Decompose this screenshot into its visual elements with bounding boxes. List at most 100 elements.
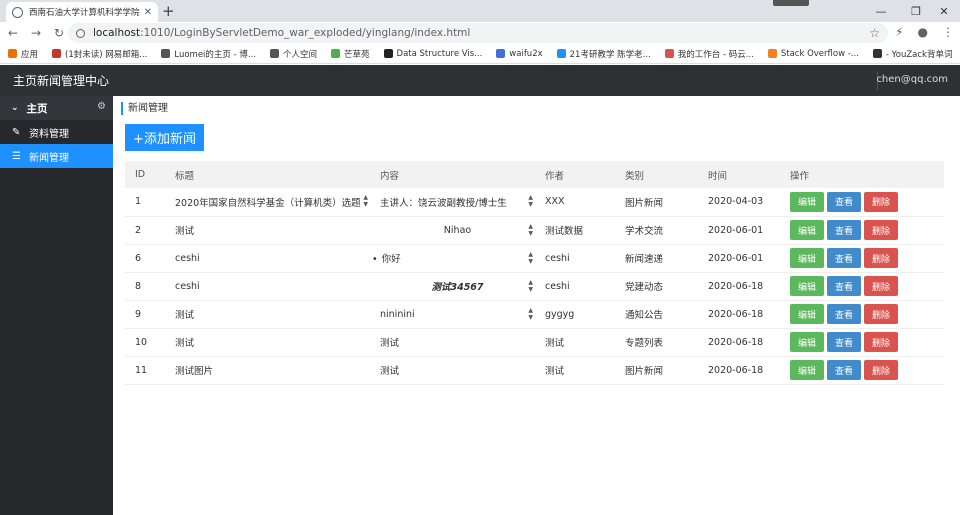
- cell-title: 测试: [165, 328, 370, 357]
- cell-title-text: ceshi: [175, 252, 200, 264]
- edit-button[interactable]: 编辑: [790, 276, 824, 296]
- cell-content: 测试34567 ▲ ▼: [370, 272, 535, 301]
- account-icon[interactable]: ●: [918, 25, 928, 39]
- sidebar-home-label: 主页: [26, 102, 48, 115]
- cell-title: 2020年国家自然科学基金（计算机类）选题 ▲ ▼: [165, 188, 370, 217]
- cell-category: 通知公告: [615, 300, 698, 329]
- bookmark-item[interactable]: (1封未读) 网易邮箱...: [52, 48, 147, 60]
- back-arrow-icon[interactable]: ←: [3, 26, 23, 40]
- forward-arrow-icon[interactable]: →: [26, 26, 46, 40]
- bookmark-item[interactable]: - YouZack背单词: [872, 48, 952, 60]
- extension-icon[interactable]: ⚡: [895, 25, 903, 39]
- cell-id-text: 11: [135, 364, 148, 376]
- cell-actions: 编辑 查看 删除: [780, 244, 944, 273]
- cell-id: 11: [125, 356, 165, 385]
- cell-content-text: Nihao: [443, 224, 472, 236]
- delete-button[interactable]: 删除: [864, 360, 898, 380]
- bookmark-item[interactable]: 应用: [8, 48, 38, 60]
- col-date: 时间: [708, 170, 728, 182]
- edit-button[interactable]: 编辑: [790, 332, 824, 352]
- new-tab-button[interactable]: +: [162, 2, 175, 20]
- add-news-button[interactable]: +添加新闻: [125, 124, 204, 151]
- address-bar[interactable]: localhost:1010/LoginByServletDemo_war_ex…: [68, 23, 888, 43]
- cell-content: nininini ▲ ▼: [370, 300, 535, 329]
- scroll-arrows-icon[interactable]: ▲ ▼: [363, 194, 368, 208]
- view-button[interactable]: 查看: [827, 220, 861, 240]
- cell-id: 1: [125, 188, 165, 217]
- edit-button[interactable]: 编辑: [790, 248, 824, 268]
- bookmark-star-icon[interactable]: ☆: [869, 26, 880, 40]
- edit-button[interactable]: 编辑: [790, 360, 824, 380]
- cell-title: ceshi: [165, 244, 370, 273]
- user-email[interactable]: chen@qq.com: [876, 74, 948, 85]
- bookmark-item[interactable]: 芒草苑: [331, 48, 370, 60]
- delete-button[interactable]: 删除: [864, 248, 898, 268]
- view-button[interactable]: 查看: [827, 332, 861, 352]
- cell-title-text: 2020年国家自然科学基金（计算机类）选题: [175, 197, 361, 209]
- cell-id-text: 1: [135, 196, 142, 208]
- view-button[interactable]: 查看: [827, 360, 861, 380]
- cell-author-text: 测试: [545, 366, 565, 377]
- edit-button[interactable]: 编辑: [790, 304, 824, 324]
- bookmark-item[interactable]: Data Structure Vis...: [383, 48, 483, 59]
- close-window-button[interactable]: ✕: [928, 0, 960, 22]
- sidebar-home[interactable]: ⌄ 主页 ⚙: [0, 96, 113, 120]
- profile-indicator: [773, 0, 809, 6]
- cell-id: 9: [125, 300, 165, 329]
- cell-date: 2020-06-01: [698, 244, 780, 273]
- delete-button[interactable]: 删除: [864, 191, 898, 212]
- bookmark-label: (1封未读) 网易邮箱...: [65, 49, 148, 60]
- delete-button[interactable]: 删除: [864, 332, 898, 352]
- cell-title: 测试: [165, 216, 370, 245]
- bookmark-item[interactable]: 个人空间: [270, 48, 317, 60]
- bookmark-item[interactable]: waifu2x: [496, 48, 543, 59]
- scroll-arrows-icon[interactable]: ▲ ▼: [528, 194, 533, 208]
- scroll-arrows-icon[interactable]: ▲ ▼: [528, 307, 533, 321]
- cell-category: 图片新闻: [615, 356, 698, 385]
- edit-button[interactable]: 编辑: [790, 220, 824, 240]
- cell-author-text: 测试: [545, 338, 565, 349]
- delete-button[interactable]: 删除: [864, 304, 898, 324]
- scroll-arrows-icon[interactable]: ▲ ▼: [528, 251, 533, 265]
- gear-icon[interactable]: ⚙: [97, 101, 106, 112]
- table-row: 6 ceshi • 你好 ▲ ▼ ceshi 新闻速递 2020-06-01 编辑 查看 删除: [125, 244, 944, 273]
- edit-button[interactable]: 编辑: [790, 191, 824, 212]
- cell-date-text: 2020-06-18: [708, 336, 764, 348]
- bookmark-item[interactable]: 21考研教学 陈学老...: [556, 48, 651, 60]
- bookmark-label: Data Structure Vis...: [396, 48, 483, 59]
- delete-button[interactable]: 删除: [864, 220, 898, 240]
- view-button[interactable]: 查看: [827, 191, 861, 212]
- close-tab-icon[interactable]: ✕: [144, 7, 152, 18]
- col-title: 标题: [175, 170, 195, 182]
- cell-id-text: 8: [135, 280, 142, 292]
- view-button[interactable]: 查看: [827, 304, 861, 324]
- scroll-arrows-icon[interactable]: ▲ ▼: [528, 223, 533, 237]
- view-button[interactable]: 查看: [827, 276, 861, 296]
- delete-button[interactable]: 删除: [864, 276, 898, 296]
- app-brand[interactable]: 主页新闻管理中心: [0, 72, 109, 89]
- cell-actions: 编辑 查看 删除: [780, 216, 944, 245]
- cell-title: 测试: [165, 300, 370, 329]
- bookmark-label: 21考研教学 陈学老...: [569, 49, 651, 60]
- bookmark-label: 个人空间: [283, 49, 318, 60]
- table-row: 10 测试 测试 测试 专题列表 2020-06-18 编辑 查看 删除: [125, 328, 944, 357]
- bookmark-favicon-icon: [496, 49, 506, 58]
- bookmark-item[interactable]: Stack Overflow -...: [767, 49, 859, 59]
- scroll-arrows-icon[interactable]: ▲ ▼: [528, 279, 533, 293]
- sidebar-item-profile[interactable]: ✎ 资料管理: [0, 120, 113, 144]
- bookmark-item[interactable]: 我的工作台 - 码云...: [664, 48, 754, 60]
- menu-kebab-icon[interactable]: ⋮: [942, 25, 954, 39]
- bookmark-label: waifu2x: [509, 48, 543, 59]
- bookmark-item[interactable]: Luomei的主页 - 博...: [161, 48, 256, 60]
- cell-id-text: 9: [135, 308, 142, 320]
- cell-author-text: gygyg: [545, 308, 575, 320]
- info-icon[interactable]: [76, 28, 85, 38]
- reload-icon[interactable]: ↻: [49, 26, 69, 40]
- cell-date: 2020-06-18: [698, 356, 780, 385]
- view-button[interactable]: 查看: [827, 248, 861, 268]
- minimize-button[interactable]: —: [865, 0, 897, 22]
- sidebar-item-news[interactable]: ☰ 新闻管理: [0, 144, 113, 168]
- cell-content-text: 测试34567: [431, 282, 484, 293]
- browser-tab[interactable]: 西南石油大学计算机科学学院新 ✕: [6, 2, 158, 22]
- cell-author: ceshi: [535, 244, 615, 273]
